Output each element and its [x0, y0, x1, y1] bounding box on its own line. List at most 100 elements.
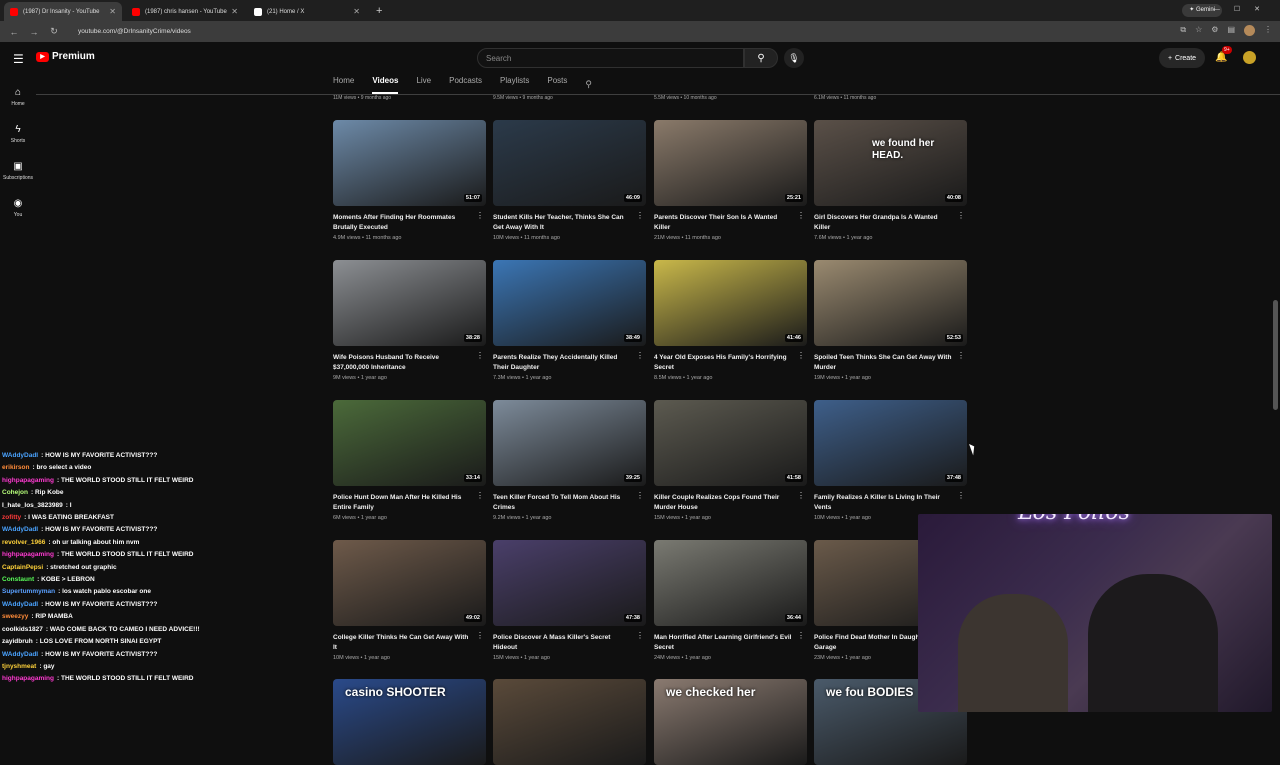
- more-options-icon[interactable]: ⋮: [797, 211, 805, 220]
- video-title[interactable]: Parents Realize They Accidentally Killed…: [493, 353, 646, 372]
- search-button[interactable]: ⚲: [744, 48, 778, 68]
- youtube-premium-logo[interactable]: ▶ Premium: [36, 51, 95, 62]
- video-thumbnail[interactable]: 47:38: [493, 540, 646, 626]
- install-icon[interactable]: ⧉: [1180, 25, 1186, 36]
- video-title[interactable]: Wife Poisons Husband To Receive $37,000,…: [333, 353, 486, 372]
- video-title[interactable]: Police Hunt Down Man After He Killed His…: [333, 493, 486, 512]
- video-card[interactable]: 41:58 Killer Couple Realizes Cops Found T…: [654, 400, 807, 521]
- browser-tab[interactable]: (21) Home / X ✕: [248, 2, 366, 21]
- video-card[interactable]: 46:09 Student Kills Her Teacher, Thinks S…: [493, 120, 646, 241]
- extensions-icon[interactable]: ⚙: [1211, 25, 1218, 36]
- more-options-icon[interactable]: ⋮: [797, 491, 805, 500]
- video-title[interactable]: Student Kills Her Teacher, Thinks She Ca…: [493, 213, 646, 232]
- video-card[interactable]: 52:53 Spoiled Teen Thinks She Can Get Awa…: [814, 260, 967, 381]
- sidebar-item-you[interactable]: ◉ You: [0, 189, 36, 226]
- video-thumbnail[interactable]: 41:58: [654, 400, 807, 486]
- more-options-icon[interactable]: ⋮: [797, 631, 805, 640]
- more-options-icon[interactable]: ⋮: [957, 211, 965, 220]
- video-thumbnail[interactable]: we found her HEAD. 40:08: [814, 120, 967, 206]
- video-card[interactable]: 51:07 Moments After Finding Her Roommates…: [333, 120, 486, 241]
- video-thumbnail[interactable]: 37:48: [814, 400, 967, 486]
- video-card[interactable]: we checked her: [654, 679, 807, 765]
- more-options-icon[interactable]: ⋮: [957, 351, 965, 360]
- sidebar-item-subscriptions[interactable]: ▣ Subscriptions: [0, 152, 36, 189]
- browser-tab[interactable]: (1987) Dr Insanity - YouTube ✕: [4, 2, 122, 21]
- page-scrollbar[interactable]: [1273, 300, 1278, 410]
- tab-playlists[interactable]: Playlists: [500, 76, 529, 92]
- video-card[interactable]: [493, 679, 646, 765]
- browser-tab[interactable]: (1987) chris hansen - YouTube ✕: [126, 2, 244, 21]
- video-card[interactable]: 49:02 College Killer Thinks He Can Get Aw…: [333, 540, 486, 661]
- video-card[interactable]: 41:46 4 Year Old Exposes His Family's Hor…: [654, 260, 807, 381]
- back-icon[interactable]: ←: [8, 27, 20, 37]
- account-avatar[interactable]: [1243, 51, 1256, 64]
- more-options-icon[interactable]: ⋮: [476, 491, 484, 500]
- tab-posts[interactable]: Posts: [547, 76, 567, 92]
- video-card[interactable]: 37:48 Family Realizes A Killer Is Living …: [814, 400, 967, 521]
- video-title[interactable]: College Killer Thinks He Can Get Away Wi…: [333, 633, 486, 652]
- video-thumbnail[interactable]: [493, 679, 646, 765]
- more-options-icon[interactable]: ⋮: [636, 351, 644, 360]
- video-card[interactable]: 36:44 Man Horrified After Learning Girlfr…: [654, 540, 807, 661]
- video-title[interactable]: 4 Year Old Exposes His Family's Horrifyi…: [654, 353, 807, 372]
- video-thumbnail[interactable]: 46:09: [493, 120, 646, 206]
- more-options-icon[interactable]: ⋮: [636, 491, 644, 500]
- more-options-icon[interactable]: ⋮: [476, 211, 484, 220]
- video-title[interactable]: Family Realizes A Killer Is Living In Th…: [814, 493, 967, 512]
- video-thumbnail[interactable]: we checked her: [654, 679, 807, 765]
- video-title[interactable]: Killer Couple Realizes Cops Found Their …: [654, 493, 807, 512]
- video-thumbnail[interactable]: 52:53: [814, 260, 967, 346]
- new-tab-button[interactable]: +: [376, 5, 382, 17]
- video-thumbnail[interactable]: 38:28: [333, 260, 486, 346]
- more-options-icon[interactable]: ⋮: [476, 631, 484, 640]
- profile-avatar[interactable]: [1244, 25, 1255, 36]
- video-card[interactable]: casino SHOOTER: [333, 679, 486, 765]
- reload-icon[interactable]: ↻: [48, 26, 60, 37]
- video-thumbnail[interactable]: 36:44: [654, 540, 807, 626]
- more-options-icon[interactable]: ⋮: [636, 631, 644, 640]
- video-card[interactable]: 38:28 Wife Poisons Husband To Receive $37…: [333, 260, 486, 381]
- video-thumbnail[interactable]: 38:49: [493, 260, 646, 346]
- video-title[interactable]: Man Horrified After Learning Girlfriend'…: [654, 633, 807, 652]
- sidebar-item-shorts[interactable]: ϟ Shorts: [0, 115, 36, 152]
- more-options-icon[interactable]: ⋮: [476, 351, 484, 360]
- video-title[interactable]: Girl Discovers Her Grandpa Is A Wanted K…: [814, 213, 967, 232]
- url-field[interactable]: youtube.com/@DrInsanityCrime/videos: [66, 25, 1106, 38]
- search-input[interactable]: Search: [477, 48, 744, 68]
- create-button[interactable]: + Create: [1159, 48, 1205, 68]
- tab-live[interactable]: Live: [416, 76, 431, 92]
- forward-icon[interactable]: →: [28, 27, 40, 37]
- video-card[interactable]: 33:14 Police Hunt Down Man After He Kille…: [333, 400, 486, 521]
- more-options-icon[interactable]: ⋮: [636, 211, 644, 220]
- video-title[interactable]: Parents Discover Their Son Is A Wanted K…: [654, 213, 807, 232]
- video-title[interactable]: Moments After Finding Her Roommates Brut…: [333, 213, 486, 232]
- bookmark-star-icon[interactable]: ☆: [1195, 25, 1202, 36]
- voice-search-button[interactable]: 🎙: [784, 48, 804, 68]
- channel-search-icon[interactable]: ⚲: [585, 79, 592, 90]
- video-title[interactable]: Spoiled Teen Thinks She Can Get Away Wit…: [814, 353, 967, 372]
- video-thumbnail[interactable]: 49:02: [333, 540, 486, 626]
- video-card[interactable]: 38:49 Parents Realize They Accidentally K…: [493, 260, 646, 381]
- hamburger-menu-icon[interactable]: ☰: [13, 52, 24, 66]
- more-options-icon[interactable]: ⋮: [957, 491, 965, 500]
- video-card[interactable]: 39:25 Teen Killer Forced To Tell Mom Abou…: [493, 400, 646, 521]
- video-thumbnail[interactable]: 51:07: [333, 120, 486, 206]
- tab-close-icon[interactable]: ✕: [353, 7, 360, 16]
- tab-podcasts[interactable]: Podcasts: [449, 76, 482, 92]
- browser-menu-icon[interactable]: ⋮: [1264, 25, 1272, 36]
- window-controls[interactable]: —☐✕: [1213, 5, 1274, 13]
- video-thumbnail[interactable]: 25:21: [654, 120, 807, 206]
- video-thumbnail[interactable]: 33:14: [333, 400, 486, 486]
- video-card[interactable]: we found her HEAD. 40:08 Girl Discovers He…: [814, 120, 967, 241]
- sidepanel-icon[interactable]: ▤: [1227, 25, 1235, 36]
- video-card[interactable]: 25:21 Parents Discover Their Son Is A Wan…: [654, 120, 807, 241]
- video-card[interactable]: 47:38 Police Discover A Mass Killer's Sec…: [493, 540, 646, 661]
- video-thumbnail[interactable]: 41:46: [654, 260, 807, 346]
- tab-home[interactable]: Home: [333, 76, 354, 92]
- video-thumbnail[interactable]: 39:25: [493, 400, 646, 486]
- video-title[interactable]: Police Discover A Mass Killer's Secret H…: [493, 633, 646, 652]
- tab-close-icon[interactable]: ✕: [231, 7, 238, 16]
- tab-videos[interactable]: Videos: [372, 76, 399, 94]
- tab-close-icon[interactable]: ✕: [109, 7, 116, 16]
- video-thumbnail[interactable]: casino SHOOTER: [333, 679, 486, 765]
